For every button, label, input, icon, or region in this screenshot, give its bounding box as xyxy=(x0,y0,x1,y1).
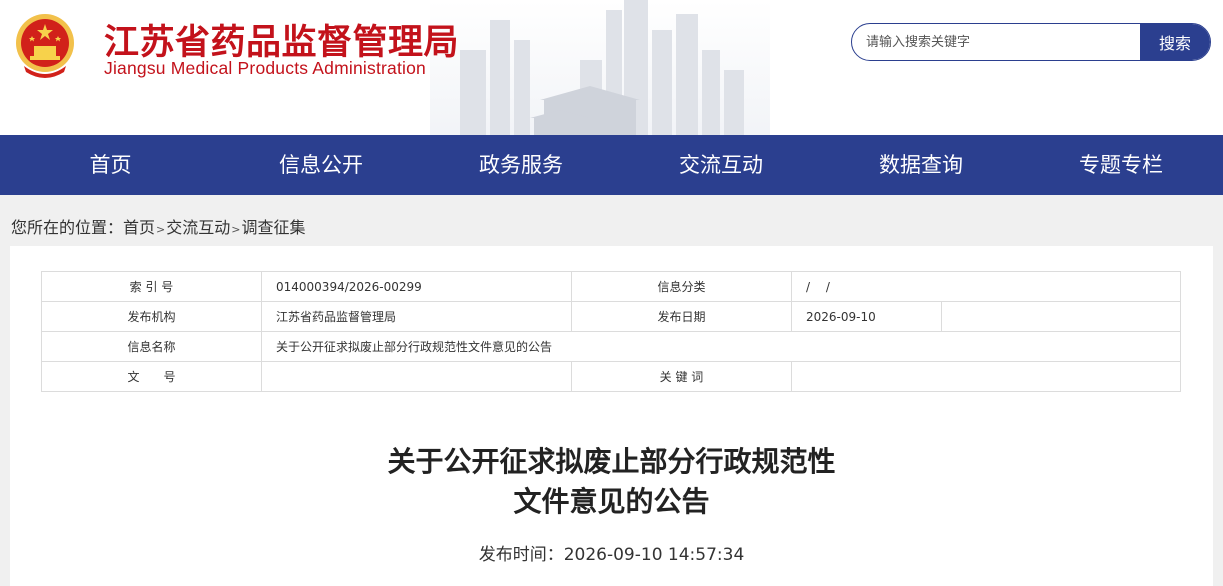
document-metadata-table: 索 引 号 014000394/2026-00299 信息分类 / / 发布机构… xyxy=(41,271,1181,392)
meta-category-label: 信息分类 xyxy=(571,271,792,302)
article-card: 索 引 号 014000394/2026-00299 信息分类 / / 发布机构… xyxy=(10,246,1213,586)
meta-category-value: / / xyxy=(791,271,1181,302)
article-title-line-2: 文件意见的公告 xyxy=(513,485,710,518)
search-button[interactable]: 搜索 xyxy=(1140,24,1210,60)
main-nav: 首页 信息公开 政务服务 交流互动 数据查询 专题专栏 xyxy=(0,135,1223,195)
meta-keywords-value xyxy=(791,361,1181,392)
breadcrumb-item-interaction[interactable]: 交流互动 xyxy=(166,218,230,237)
meta-publisher-label: 发布机构 xyxy=(41,301,262,332)
nav-item-interaction[interactable]: 交流互动 xyxy=(621,135,821,195)
search-input[interactable] xyxy=(866,24,1136,60)
meta-empty-cell xyxy=(941,301,1181,332)
nav-item-data-query[interactable]: 数据查询 xyxy=(821,135,1021,195)
nav-item-government-services[interactable]: 政务服务 xyxy=(421,135,621,195)
breadcrumb: 您所在的位置：首页>交流互动>调查征集 xyxy=(11,214,306,238)
nav-item-home[interactable]: 首页 xyxy=(0,135,221,195)
city-skyline-banner xyxy=(430,0,770,135)
meta-index-value: 014000394/2026-00299 xyxy=(261,271,572,302)
search-box: 搜索 xyxy=(851,23,1211,61)
meta-index-label: 索 引 号 xyxy=(41,271,262,302)
site-name-english: Jiangsu Medical Products Administration xyxy=(104,58,426,78)
meta-docno-label: 文 号 xyxy=(41,361,262,392)
meta-docno-value xyxy=(261,361,572,392)
nav-item-special-topics[interactable]: 专题专栏 xyxy=(1021,135,1221,195)
site-header: 江苏省药品监督管理局 Jiangsu Medical Products Admi… xyxy=(0,0,1223,135)
breadcrumb-item-home[interactable]: 首页 xyxy=(123,218,155,237)
article-title-line-1: 关于公开征求拟废止部分行政规范性 xyxy=(387,445,836,478)
meta-date-label: 发布日期 xyxy=(571,301,792,332)
breadcrumb-prefix: 您所在的位置： xyxy=(11,218,124,237)
breadcrumb-separator: > xyxy=(231,223,241,236)
table-row: 文 号 关 键 词 xyxy=(41,361,1181,392)
national-emblem-icon xyxy=(16,14,74,78)
article-title: 关于公开征求拟废止部分行政规范性 文件意见的公告 xyxy=(10,442,1213,522)
article-publish-time: 发布时间：2026-09-10 14:57:34 xyxy=(478,545,745,565)
meta-name-label: 信息名称 xyxy=(41,331,262,362)
meta-keywords-label: 关 键 词 xyxy=(571,361,792,392)
meta-name-value: 关于公开征求拟废止部分行政规范性文件意见的公告 xyxy=(261,331,1181,362)
breadcrumb-item-survey[interactable]: 调查征集 xyxy=(241,218,305,237)
breadcrumb-separator: > xyxy=(156,223,166,236)
table-row: 发布机构 江苏省药品监督管理局 发布日期 2026-09-10 xyxy=(41,301,1181,332)
table-row: 索 引 号 014000394/2026-00299 信息分类 / / xyxy=(41,271,1181,302)
table-row: 信息名称 关于公开征求拟废止部分行政规范性文件意见的公告 xyxy=(41,331,1181,362)
meta-publisher-value: 江苏省药品监督管理局 xyxy=(261,301,572,332)
meta-date-value: 2026-09-10 xyxy=(791,301,942,332)
nav-item-info-disclosure[interactable]: 信息公开 xyxy=(221,135,421,195)
